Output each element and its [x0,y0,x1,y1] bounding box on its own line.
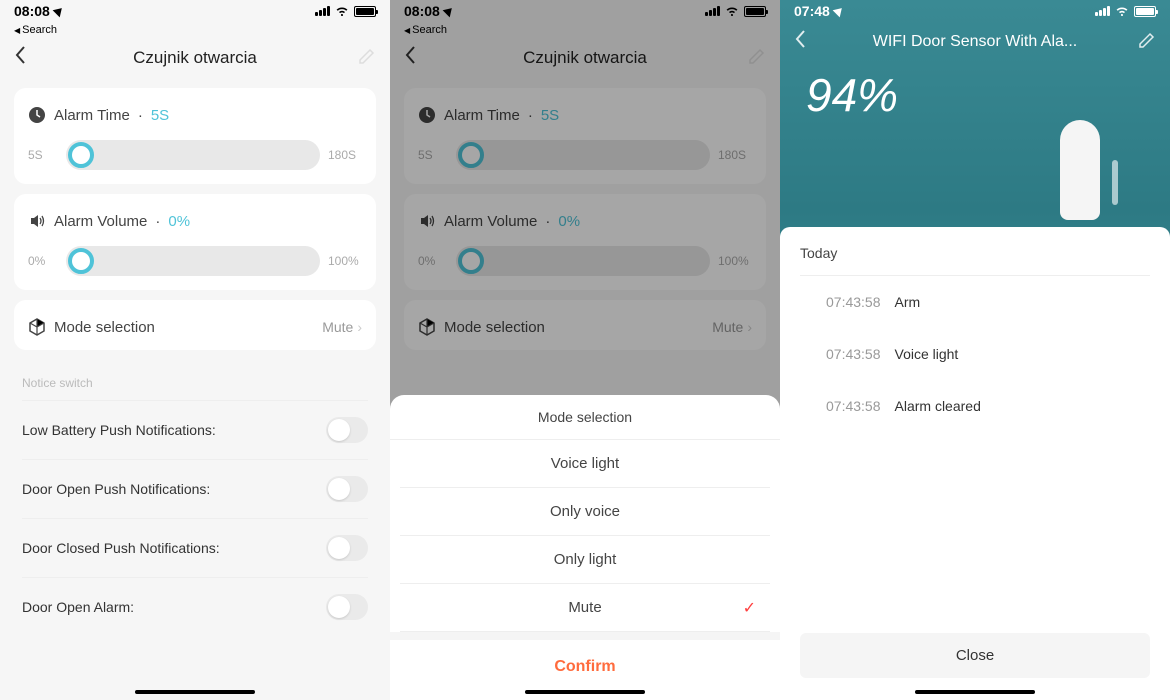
edit-icon[interactable] [358,47,376,70]
clock-icon [28,106,46,124]
close-button[interactable]: Close [800,633,1150,678]
battery-icon [354,6,376,17]
alarm-time-card: Alarm Time · 5S 5S 180S [14,88,376,184]
alarm-volume-label: Alarm Volume [54,213,147,230]
status-bar: 08:08 [0,0,390,22]
location-icon [832,5,845,18]
volume-icon [28,212,46,230]
home-indicator[interactable] [525,690,645,694]
notice-section-title: Notice switch [22,360,368,400]
switch-door-closed-push: Door Closed Push Notifications: [22,519,368,578]
mode-label: Mode selection [54,319,155,336]
status-time: 08:08 [14,3,50,19]
history-sheet: Today 07:43:58 Arm 07:43:58 Voice light … [780,227,1170,700]
page-header: WIFI Door Sensor With Ala... [780,22,1170,62]
device-illustration [1060,120,1130,220]
history-row: 07:43:58 Voice light [800,328,1150,380]
screen-device-history: 07:48 WIFI Door Sensor With Ala... 94% T… [780,0,1170,700]
battery-percentage: 94% [780,62,1170,128]
page-header: Czujnik otwarcia [0,38,390,78]
location-icon [52,5,65,18]
slider-max: 100% [328,254,362,268]
home-indicator[interactable] [915,690,1035,694]
alarm-time-slider[interactable] [66,140,320,170]
screen-settings: 08:08 Search Czujnik otwarcia Alarm Time… [0,0,390,700]
mode-selection-card[interactable]: Mode selection Mute › [14,300,376,350]
alarm-volume-value: 0% [168,213,190,230]
back-button[interactable] [794,29,806,55]
check-icon: ✓ [743,598,756,618]
back-button[interactable] [14,45,26,71]
edit-icon[interactable] [1138,31,1156,54]
cellular-icon [1095,6,1110,16]
option-only-voice[interactable]: Only voice [400,488,770,536]
mode-value: Mute [322,319,353,335]
page-title: WIFI Door Sensor With Ala... [873,33,1078,51]
history-title: Today [800,245,1150,276]
page-title: Czujnik otwarcia [133,48,257,68]
wifi-icon [335,4,349,19]
option-mute[interactable]: Mute✓ [400,584,770,632]
slider-thumb[interactable] [68,248,94,274]
chevron-right-icon: › [357,319,362,335]
history-row: 07:43:58 Arm [800,276,1150,328]
option-voice-light[interactable]: Voice light [400,440,770,488]
slider-min: 0% [28,254,58,268]
alarm-volume-slider[interactable] [66,246,320,276]
slider-min: 5S [28,148,58,162]
switch-low-battery: Low Battery Push Notifications: [22,401,368,460]
toggle-switch[interactable] [326,594,368,620]
alarm-time-label: Alarm Time [54,107,130,124]
slider-max: 180S [328,148,362,162]
home-indicator[interactable] [135,690,255,694]
screen-mode-sheet: 08:08 Search Czujnik otwarcia Alarm Time… [390,0,780,700]
toggle-switch[interactable] [326,476,368,502]
mode-icon [28,318,46,336]
back-to-search[interactable]: Search [0,22,390,38]
history-row: 07:43:58 Alarm cleared [800,380,1150,432]
sheet-title: Mode selection [390,395,780,440]
mode-selection-sheet: Mode selection Voice light Only voice On… [390,395,780,700]
slider-thumb[interactable] [68,142,94,168]
wifi-icon [1115,4,1129,19]
cellular-icon [315,6,330,16]
toggle-switch[interactable] [326,417,368,443]
alarm-volume-card: Alarm Volume · 0% 0% 100% [14,194,376,290]
notice-section: Notice switch Low Battery Push Notificat… [14,360,376,636]
switch-door-open-push: Door Open Push Notifications: [22,460,368,519]
option-only-light[interactable]: Only light [400,536,770,584]
toggle-switch[interactable] [326,535,368,561]
switch-door-open-alarm: Door Open Alarm: [22,578,368,636]
status-time: 07:48 [794,3,830,19]
alarm-time-value: 5S [151,107,169,124]
battery-icon [1134,6,1156,17]
status-bar: 07:48 [780,0,1170,22]
